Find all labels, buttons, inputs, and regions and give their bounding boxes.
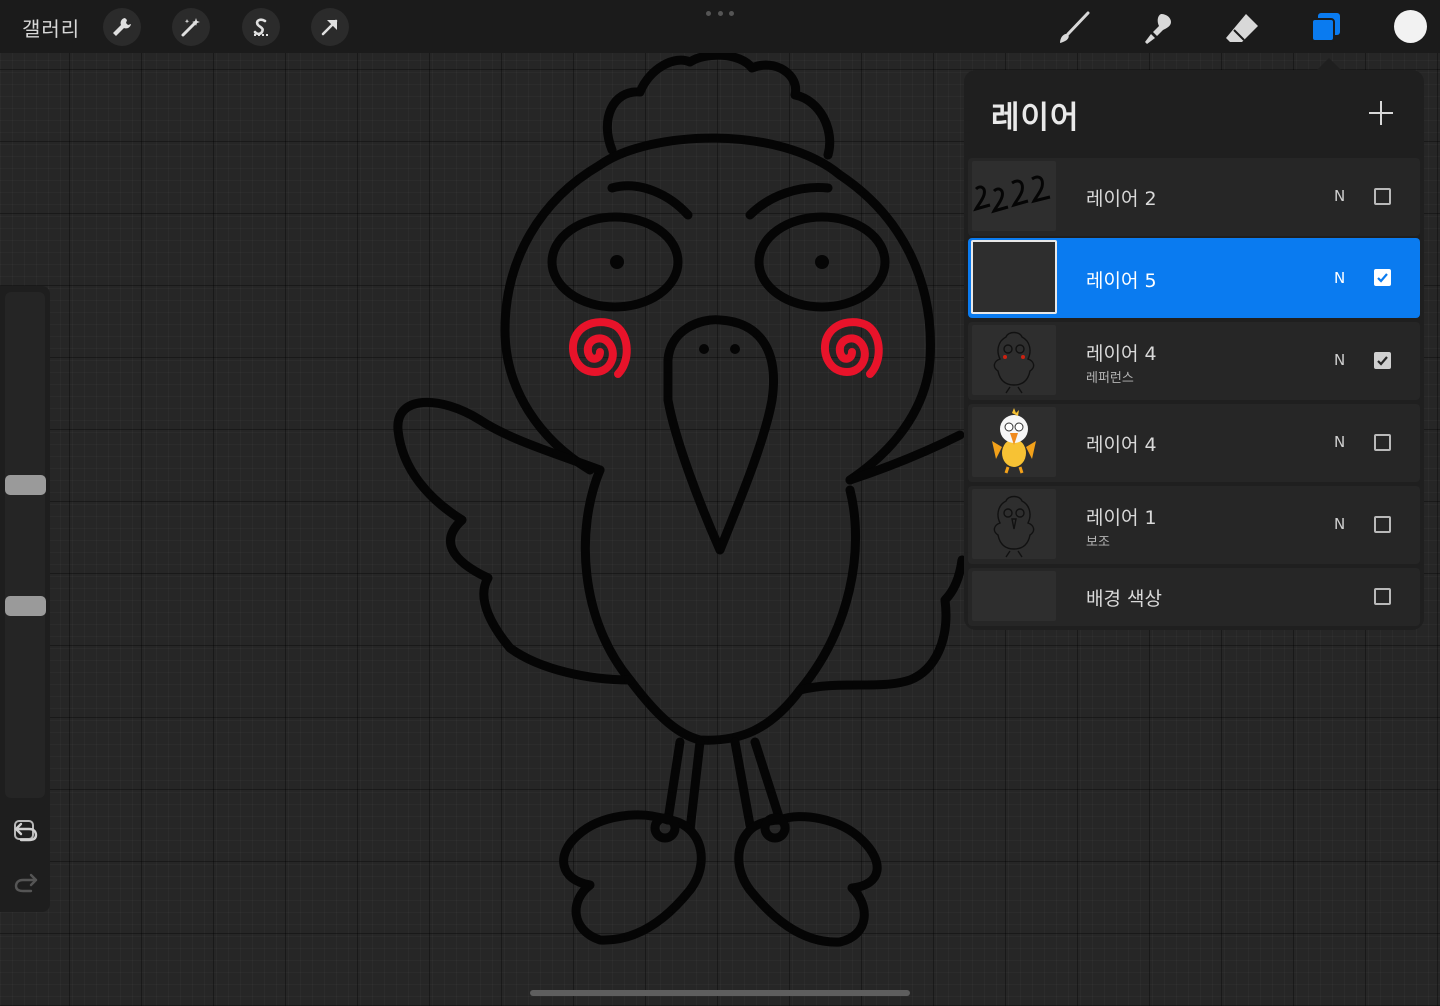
layer-row[interactable]: 레이어 4 N xyxy=(968,404,1420,482)
layers-icon[interactable] xyxy=(1306,8,1346,48)
left-sidebar xyxy=(0,286,50,912)
wing-left xyxy=(393,397,635,685)
layer-row-selected[interactable]: 레이어 5 N xyxy=(968,238,1420,318)
layer-row[interactable]: 레이어 2 N xyxy=(968,158,1420,236)
transform-arrow-icon[interactable] xyxy=(311,8,349,46)
layer-name: 레이어 1 xyxy=(1086,507,1157,529)
layer-name: 배경 색상 xyxy=(1086,588,1162,610)
layer-name: 레이어 4 xyxy=(1086,343,1157,365)
smudge-icon[interactable] xyxy=(1137,8,1177,48)
home-indicator xyxy=(530,990,910,996)
more-options-handle[interactable] xyxy=(706,11,734,17)
layer-thumbnail xyxy=(972,407,1056,477)
layer-name: 레이어 5 xyxy=(1086,270,1157,292)
layer-name: 레이어 2 xyxy=(1086,188,1157,210)
layer-thumbnail xyxy=(972,161,1056,231)
eyebrow-left xyxy=(607,181,693,220)
background-color-swatch[interactable] xyxy=(972,571,1056,621)
layer-name: 레이어 4 xyxy=(1086,434,1157,456)
selection-s-icon[interactable] xyxy=(242,8,280,46)
wrench-icon[interactable] xyxy=(103,8,141,46)
gallery-button[interactable]: 갤러리 xyxy=(22,13,80,42)
visibility-checkbox[interactable] xyxy=(1374,352,1391,369)
leg-right xyxy=(730,737,785,830)
layer-thumbnail xyxy=(972,325,1056,395)
layer-row[interactable]: 레이어 4 레퍼런스 N xyxy=(968,322,1420,400)
layer-thumbnail xyxy=(972,489,1056,559)
layer-subtitle: 레퍼런스 xyxy=(1086,371,1134,386)
top-toolbar: 갤러리 xyxy=(0,0,1440,53)
opacity-knob[interactable] xyxy=(5,596,46,616)
visibility-checkbox[interactable] xyxy=(1374,588,1391,605)
eyebrow-right xyxy=(745,182,833,220)
add-layer-icon[interactable] xyxy=(1366,98,1396,128)
visibility-checkbox[interactable] xyxy=(1374,269,1391,286)
foot-left xyxy=(559,810,706,945)
brush-size-slider[interactable] xyxy=(5,292,45,798)
blend-mode-button[interactable]: N xyxy=(1334,433,1345,451)
magic-wand-icon[interactable] xyxy=(172,8,210,46)
beak xyxy=(663,315,778,555)
blend-mode-button[interactable]: N xyxy=(1334,187,1345,205)
foot-right xyxy=(734,812,882,947)
layer-thumbnail xyxy=(971,240,1057,314)
redo-icon[interactable] xyxy=(12,870,40,894)
brush-icon[interactable] xyxy=(1054,8,1094,48)
visibility-checkbox[interactable] xyxy=(1374,516,1391,533)
blend-mode-button[interactable]: N xyxy=(1334,269,1345,287)
background-color-row[interactable]: 배경 색상 xyxy=(968,568,1420,626)
layer-row[interactable]: 레이어 1 보조 N xyxy=(968,486,1420,564)
eraser-icon[interactable] xyxy=(1222,8,1262,48)
layer-subtitle: 보조 xyxy=(1086,535,1110,550)
color-picker-swatch[interactable] xyxy=(1394,10,1427,43)
blend-mode-button[interactable]: N xyxy=(1334,515,1345,533)
blend-mode-button[interactable]: N xyxy=(1334,351,1345,369)
brush-size-knob[interactable] xyxy=(5,475,46,495)
cheek-left xyxy=(569,318,631,378)
head-left xyxy=(500,160,605,475)
body xyxy=(580,465,861,745)
visibility-checkbox[interactable] xyxy=(1374,188,1391,205)
panel-title: 레이어 xyxy=(991,100,1080,136)
undo-icon[interactable] xyxy=(12,819,40,843)
layers-panel: 레이어 레이어 2 N 레이어 5 N 레이어 4 레퍼런스 N 레이어 4 N… xyxy=(964,70,1424,630)
visibility-checkbox[interactable] xyxy=(1374,434,1391,451)
bird-line-drawing xyxy=(393,50,967,947)
cheek-right xyxy=(821,318,883,378)
